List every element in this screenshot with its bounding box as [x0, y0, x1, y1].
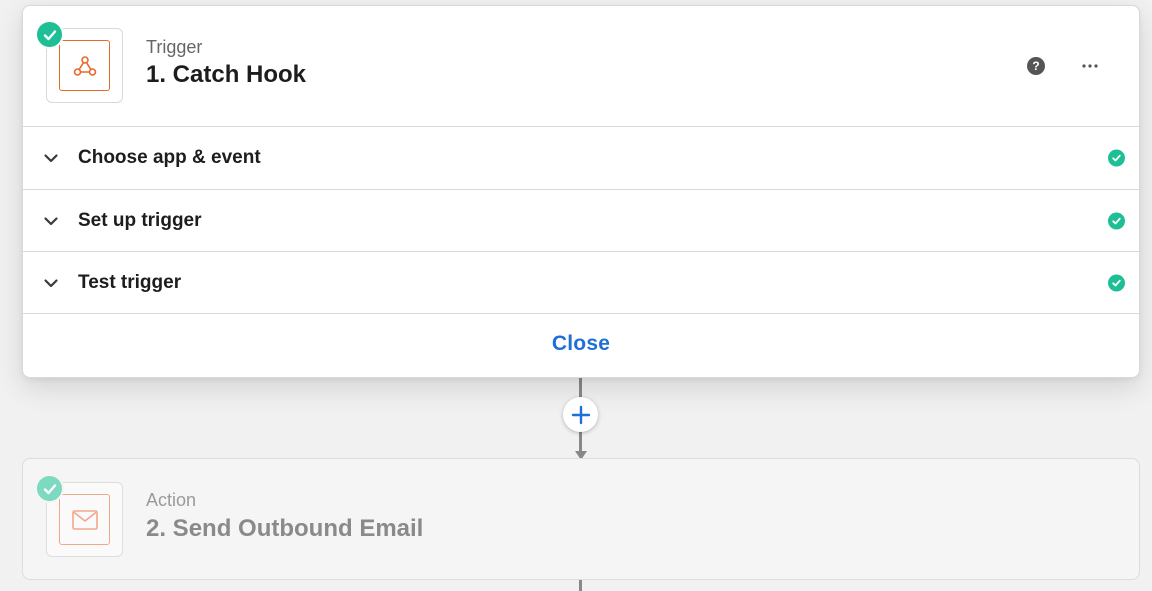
close-button[interactable]: Close	[552, 332, 610, 356]
step-type-label: Action	[146, 490, 197, 510]
section-label: Choose app & event	[78, 147, 261, 168]
chevron-down-icon	[44, 278, 58, 287]
section-choose-app-event[interactable]: Choose app & event	[23, 127, 1139, 190]
webhook-icon	[59, 40, 110, 91]
section-set-up-trigger[interactable]: Set up trigger	[23, 190, 1139, 252]
step-complete-check-icon	[35, 474, 64, 503]
section-label: Set up trigger	[78, 209, 202, 231]
check-circle-icon	[1108, 212, 1125, 229]
help-glyph: ?	[1032, 59, 1040, 73]
connector-line	[579, 580, 582, 591]
step-title: 1. Catch Hook	[146, 61, 307, 88]
connector-line	[579, 431, 582, 453]
trigger-step-card: Trigger 1. Catch Hook ? Choose app & eve…	[22, 5, 1140, 378]
step-type-label: Trigger	[146, 37, 203, 57]
section-test-trigger[interactable]: Test trigger	[23, 252, 1139, 314]
action-step-card[interactable]: Action 2. Send Outbound Email	[22, 458, 1140, 580]
check-circle-icon	[1108, 149, 1125, 167]
close-row: Close	[23, 314, 1139, 374]
check-circle-icon	[1108, 274, 1125, 291]
plus-icon	[571, 405, 590, 424]
chevron-down-icon	[44, 216, 58, 225]
step-complete-check-icon	[35, 20, 64, 49]
step-title: 2. Send Outbound Email	[146, 515, 424, 542]
more-horizontal-icon[interactable]	[1078, 56, 1102, 76]
help-circle-icon[interactable]: ?	[1027, 57, 1045, 75]
connector-line	[579, 378, 582, 398]
email-icon	[59, 494, 110, 545]
add-step-button[interactable]	[563, 397, 598, 432]
trigger-step-header[interactable]: Trigger 1. Catch Hook ?	[23, 6, 1139, 127]
section-label: Test trigger	[78, 271, 182, 293]
chevron-down-icon	[44, 154, 58, 163]
